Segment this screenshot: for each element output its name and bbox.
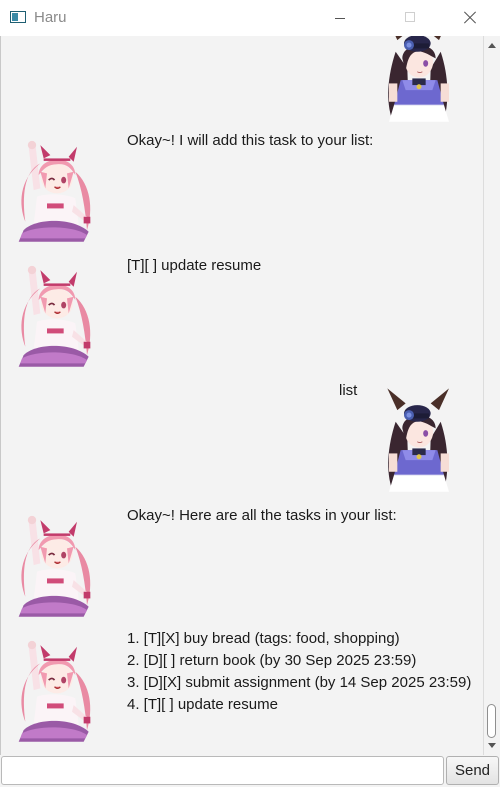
bot-avatar [7,253,107,378]
task-list-line: 1. [T][X] buy bread (tags: food, shoppin… [127,630,400,647]
chat-scroll-pane[interactable]: Okay~! I will add this task to your list… [0,36,483,755]
vertical-scrollbar[interactable] [483,36,500,755]
bot-message-text: [T][ ] update resume [127,257,262,274]
user-message-text: list [339,382,358,399]
close-button[interactable] [446,0,492,36]
maximize-button[interactable] [387,0,433,36]
scroll-up-arrow-icon[interactable] [488,43,496,48]
scroll-thumb[interactable] [487,704,496,738]
scroll-down-arrow-icon[interactable] [488,743,496,748]
user-avatar [369,36,469,133]
send-button[interactable]: Send [446,756,499,785]
bot-avatar [7,628,107,753]
title-bar: Haru [0,0,500,36]
bot-avatar [7,503,107,628]
user-avatar [369,378,469,503]
minimize-button[interactable] [318,0,364,36]
bot-message-text: Okay~! I will add this task to your list… [127,132,374,149]
window-title: Haru [34,9,67,26]
bot-message-text: Okay~! Here are all the tasks in your li… [127,507,397,524]
app-icon [10,11,26,23]
bot-avatar [7,128,107,253]
message-input[interactable] [1,756,444,785]
input-bar: Send [0,755,500,787]
task-list-line: 4. [T][ ] update resume [127,696,278,713]
task-list-line: 2. [D][ ] return book (by 30 Sep 2025 23… [127,652,417,669]
task-list-line: 3. [D][X] submit assignment (by 14 Sep 2… [127,674,472,691]
